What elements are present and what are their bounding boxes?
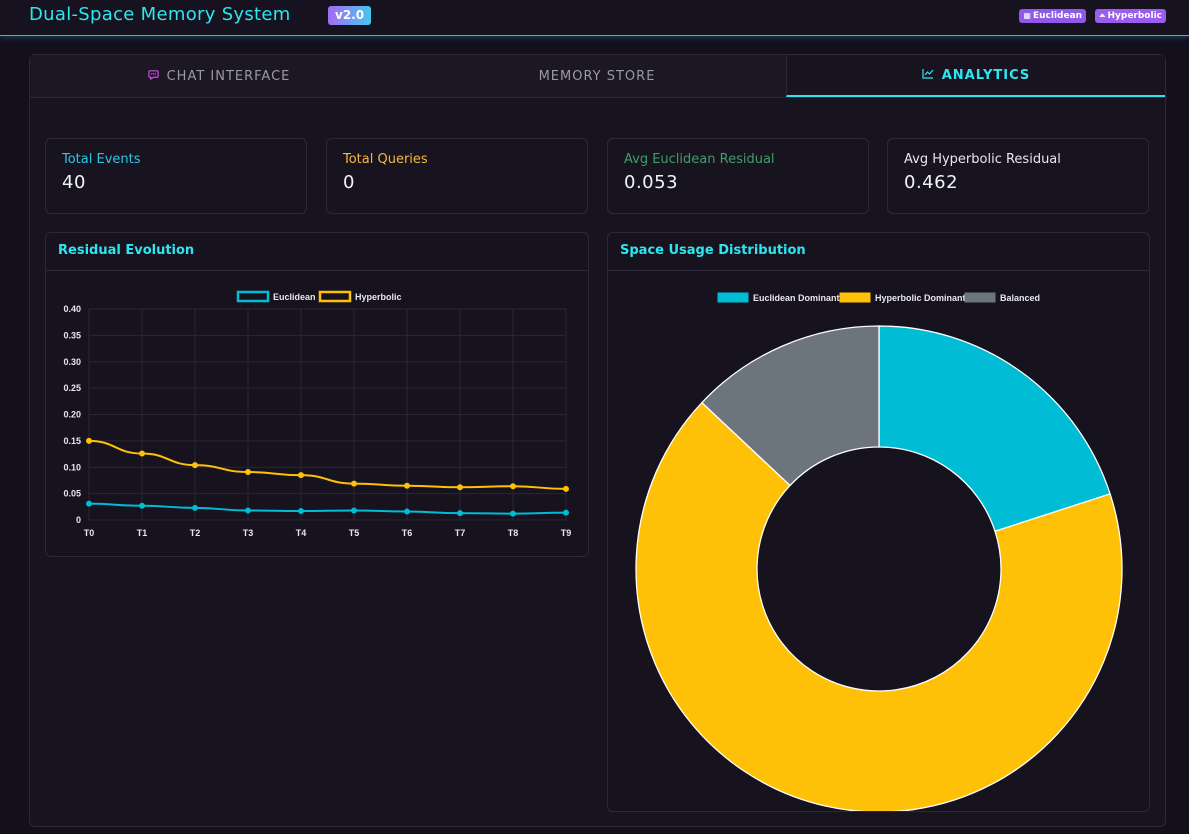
y-tick-label: 0.40 (63, 304, 81, 314)
legend-label-hyperbolic: Hyperbolic (355, 292, 402, 302)
stat-label: Total Queries (343, 152, 428, 167)
y-tick-label: 0.25 (63, 383, 81, 393)
space-usage-doughnut-chart: Euclidean Dominant Hyperbolic Dominant Bal… (635, 292, 1123, 813)
tab-analytics[interactable]: ANALYTICS (786, 55, 1165, 97)
y-tick-label: 0.15 (63, 436, 81, 446)
data-point-euclidean (351, 507, 357, 514)
x-tick-label: T3 (243, 528, 254, 538)
x-tick-label: T6 (402, 528, 413, 538)
x-tick-label: T4 (296, 528, 307, 538)
data-point-euclidean (192, 504, 198, 511)
main-panel: CHAT INTERFACE MEMORY STORE ANALYTICS To… (29, 54, 1166, 827)
hyperbolic-badge: ⏶ Hyperbolic (1095, 9, 1166, 23)
x-tick-label: T0 (84, 528, 95, 538)
y-tick-label: 0 (76, 515, 81, 525)
data-point-hyperbolic (563, 485, 569, 492)
slice-euclidean-dominant (878, 325, 1111, 533)
data-point-euclidean (245, 507, 251, 514)
x-tick-label: T8 (508, 528, 519, 538)
data-point-euclidean (510, 510, 516, 517)
data-point-euclidean (298, 508, 304, 515)
stat-total-events: Total Events 40 (45, 138, 307, 214)
stat-value: 0 (343, 172, 355, 193)
y-tick-label: 0.30 (63, 357, 81, 367)
tab-memory-store[interactable]: MEMORY STORE (408, 55, 786, 97)
data-point-euclidean (404, 508, 410, 515)
residual-chart-title: Residual Evolution (46, 233, 588, 271)
x-tick-label: T5 (349, 528, 360, 538)
legend-swatch-balanced (964, 292, 996, 303)
x-tick-label: T2 (190, 528, 201, 538)
app-title: Dual-Space Memory System (29, 4, 291, 25)
tab-memory-label: MEMORY STORE (538, 68, 656, 84)
legend-swatch-hyperbolic-dominant (839, 292, 871, 303)
stat-label: Total Events (62, 152, 141, 167)
stat-avg-euclidean-residual: Avg Euclidean Residual 0.053 (607, 138, 869, 214)
y-tick-label: 0.35 (63, 330, 81, 340)
data-point-hyperbolic (510, 483, 516, 490)
space-usage-chart-title: Space Usage Distribution (608, 233, 1149, 271)
legend-swatch-hyperbolic (318, 290, 352, 303)
chat-icon (147, 69, 159, 83)
x-tick-label: T1 (137, 528, 148, 538)
tab-analytics-label: ANALYTICS (941, 67, 1031, 83)
legend-label-hyperbolic-dominant: Hyperbolic Dominant (875, 293, 966, 303)
legend-label-balanced: Balanced (1000, 293, 1040, 303)
tab-chat-label: CHAT INTERFACE (166, 68, 291, 84)
triangle-icon: ⏶ (1099, 11, 1106, 20)
grid-icon: ▦ (1023, 11, 1031, 20)
data-point-euclidean (457, 510, 463, 517)
stat-label: Avg Euclidean Residual (624, 152, 775, 167)
series-line-hyperbolic (88, 439, 567, 490)
data-point-hyperbolic (351, 480, 357, 487)
space-badges: ▦ Euclidean ⏶ Hyperbolic (1019, 9, 1166, 23)
y-tick-label: 0.20 (63, 410, 81, 420)
data-point-hyperbolic (457, 484, 463, 491)
tab-chat-interface[interactable]: CHAT INTERFACE (30, 55, 408, 97)
x-tick-label: T9 (561, 528, 572, 538)
version-badge: v2.0 (328, 6, 372, 25)
data-point-hyperbolic (298, 472, 304, 479)
data-point-euclidean (86, 500, 92, 507)
y-tick-label: 0.05 (63, 489, 81, 499)
data-point-hyperbolic (139, 450, 145, 457)
hyperbolic-badge-label: Hyperbolic (1107, 11, 1162, 21)
data-point-hyperbolic (86, 437, 92, 444)
space-usage-card: Space Usage Distribution Euclidean Domin… (607, 232, 1150, 813)
series-line-euclidean (88, 502, 567, 515)
chart-icon (922, 68, 934, 82)
stat-total-queries: Total Queries 0 (326, 138, 588, 214)
data-point-hyperbolic (404, 482, 410, 489)
stat-value: 0.053 (624, 172, 679, 193)
stat-value: 40 (62, 172, 86, 193)
x-tick-label: T7 (455, 528, 466, 538)
data-point-euclidean (563, 509, 569, 516)
data-point-hyperbolic (192, 462, 198, 469)
stat-label: Avg Hyperbolic Residual (904, 152, 1061, 167)
euclidean-badge: ▦ Euclidean (1019, 9, 1087, 23)
y-tick-label: 0.10 (63, 462, 81, 472)
stat-avg-hyperbolic-residual: Avg Hyperbolic Residual 0.462 (887, 138, 1149, 214)
euclidean-badge-label: Euclidean (1032, 11, 1083, 21)
data-point-hyperbolic (245, 468, 251, 475)
legend-swatch-euclidean (236, 290, 270, 303)
residual-evolution-card: Residual Evolution Euclidean Hyperbolic 0 0… (45, 232, 589, 557)
legend-swatch-euclidean-dominant (717, 292, 749, 303)
tab-bar: CHAT INTERFACE MEMORY STORE ANALYTICS (30, 55, 1165, 98)
stat-value: 0.462 (904, 172, 959, 193)
legend-label-euclidean: Euclidean (273, 292, 316, 302)
residual-line-chart: Euclidean Hyperbolic 0 0.05 0.10 0.15 0.20 0.25… (63, 290, 572, 538)
data-point-euclidean (139, 502, 145, 509)
legend-label-euclidean-dominant: Euclidean Dominant (753, 293, 840, 303)
top-bar: Dual-Space Memory System v2.0 ▦ Euclidea… (0, 0, 1189, 36)
